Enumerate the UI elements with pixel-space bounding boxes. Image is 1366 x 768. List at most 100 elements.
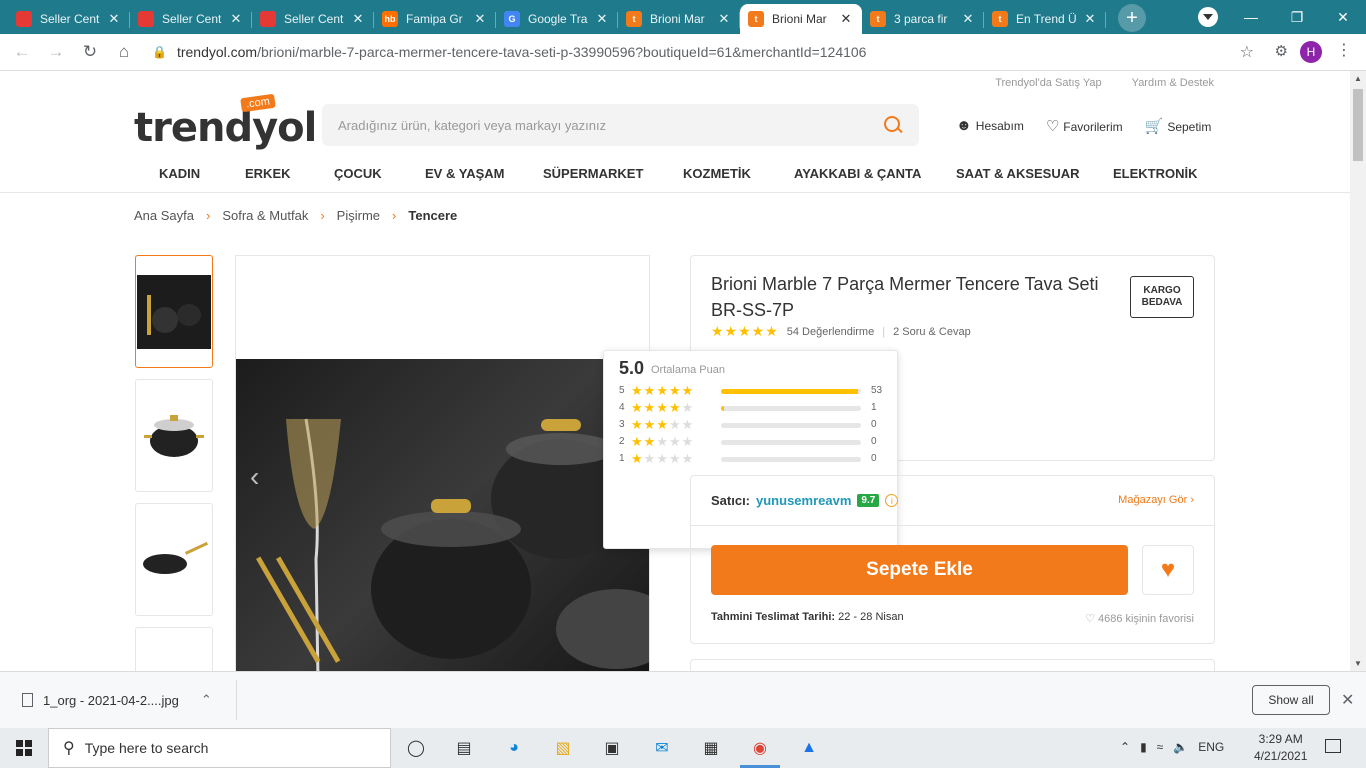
browser-tab[interactable]: Seller Cent ✕ <box>252 4 374 34</box>
category-supermarket[interactable]: SÜPERMARKET <box>543 166 643 181</box>
browser-tab[interactable]: t 3 parca fir ✕ <box>862 4 984 34</box>
breadcrumb-home[interactable]: Ana Sayfa <box>134 208 194 223</box>
calculator-icon[interactable]: ▦ <box>699 736 723 760</box>
category-ayakkabi-canta[interactable]: AYAKKABI & ÇANTA <box>794 166 921 181</box>
add-to-cart-button[interactable]: Sepete Ekle <box>711 545 1128 595</box>
close-tab-icon[interactable]: ✕ <box>228 11 244 27</box>
product-main-image[interactable]: ‹ › <box>235 255 650 671</box>
close-tab-icon[interactable]: ✕ <box>594 11 610 27</box>
windows-start-icon[interactable] <box>16 740 32 756</box>
show-all-button[interactable]: Show all <box>1252 685 1330 715</box>
category-erkek[interactable]: ERKEK <box>245 166 291 181</box>
chevron-up-icon[interactable]: ⌃ <box>201 692 212 708</box>
cortana-icon[interactable]: ◯ <box>404 736 428 760</box>
scroll-down-icon[interactable]: ▼ <box>1354 659 1362 668</box>
close-tab-icon[interactable]: ✕ <box>960 11 976 27</box>
rating-breakdown-row[interactable]: 4 ★★★★★ 1 <box>619 400 889 417</box>
minimize-icon[interactable]: — <box>1228 9 1274 25</box>
seller-score-badge: 9.7 <box>857 494 880 507</box>
close-window-icon[interactable]: ✕ <box>1320 9 1366 26</box>
extensions-icon[interactable]: ⚙ <box>1275 42 1288 60</box>
browser-tab[interactable]: Seller Cent ✕ <box>130 4 252 34</box>
product-thumbnail[interactable] <box>135 379 213 492</box>
browser-tab[interactable]: t Brioni Mar ✕ <box>618 4 740 34</box>
favorite-button[interactable]: ♥ <box>1142 545 1194 595</box>
edge-icon[interactable]: ◕ <box>502 736 526 760</box>
wifi-icon[interactable]: ≈ <box>1157 740 1164 754</box>
rating-breakdown-row[interactable]: 5 ★★★★★ 53 <box>619 383 889 400</box>
system-clock[interactable]: 3:29 AM 4/21/2021 <box>1254 731 1307 765</box>
scroll-up-icon[interactable]: ▲ <box>1354 74 1362 83</box>
account-link[interactable]: ☻ Hesabım <box>956 117 1024 135</box>
product-thumbnail[interactable] <box>135 627 213 671</box>
battery-icon[interactable]: ▮ <box>1140 740 1147 754</box>
category-elektronik[interactable]: ELEKTRONİK <box>1113 166 1198 181</box>
visit-store-link[interactable]: Mağazayı Gör › <box>1118 494 1194 506</box>
sell-on-trendyol-link[interactable]: Trendyol'da Satış Yap <box>995 77 1101 89</box>
new-tab-button[interactable]: + <box>1118 4 1146 32</box>
site-search-input[interactable]: Aradığınız ürün, kategori veya markayı y… <box>322 104 919 146</box>
rating-breakdown-row[interactable]: 1 ★★★★★ 0 <box>619 451 889 468</box>
notifications-icon[interactable] <box>1325 739 1341 753</box>
seller-name-link[interactable]: yunusemreavm <box>756 493 851 508</box>
close-tab-icon[interactable]: ✕ <box>716 11 732 27</box>
breadcrumb-pisirme[interactable]: Pişirme <box>337 208 380 223</box>
browser-tab[interactable]: hb Famipa Gr ✕ <box>374 4 496 34</box>
star-rating-icon[interactable]: ★★★★★ <box>711 323 779 340</box>
photos-icon[interactable]: ▲ <box>797 736 821 760</box>
browser-tab[interactable]: Seller Cent ✕ <box>8 4 130 34</box>
close-downloads-icon[interactable]: ✕ <box>1341 690 1354 710</box>
browser-tab[interactable]: t En Trend Ü ✕ <box>984 4 1106 34</box>
category-cocuk[interactable]: ÇOCUK <box>334 166 382 181</box>
address-bar[interactable]: 🔒 trendyol.com/brioni/marble-7-parca-mer… <box>140 38 1260 66</box>
tab-search-icon[interactable] <box>1198 7 1218 27</box>
product-brand[interactable]: Brioni <box>711 274 757 294</box>
breadcrumb-sofra-mutfak[interactable]: Sofra & Mutfak <box>222 208 308 223</box>
bookmark-star-icon[interactable]: ☆ <box>1240 42 1254 62</box>
info-icon[interactable]: i <box>885 494 899 507</box>
file-explorer-icon[interactable]: ▧ <box>551 736 575 760</box>
close-tab-icon[interactable]: ✕ <box>350 11 366 27</box>
product-thumbnail[interactable] <box>135 503 213 616</box>
category-saat-aksesuar[interactable]: SAAT & AKSESUAR <box>956 166 1080 181</box>
category-ev-yasam[interactable]: EV & YAŞAM <box>425 166 504 181</box>
browser-menu-icon[interactable]: ⋮ <box>1336 40 1352 60</box>
forward-icon[interactable]: → <box>40 42 72 62</box>
favorites-link[interactable]: ♡ Favorilerim <box>1046 117 1123 135</box>
reload-icon[interactable]: ↻ <box>74 42 106 62</box>
store-icon[interactable]: ▣ <box>600 736 624 760</box>
chrome-icon[interactable]: ◉ <box>748 736 772 760</box>
close-tab-icon[interactable]: ✕ <box>106 11 122 27</box>
profile-avatar[interactable]: H <box>1300 41 1322 63</box>
restore-icon[interactable]: ❐ <box>1274 9 1320 26</box>
star-level: 1 <box>619 453 625 464</box>
rating-breakdown-row[interactable]: 3 ★★★★★ 0 <box>619 417 889 434</box>
rating-breakdown-row[interactable]: 2 ★★★★★ 0 <box>619 434 889 451</box>
review-count-link[interactable]: 54 Değerlendirme <box>787 326 874 338</box>
help-support-link[interactable]: Yardım & Destek <box>1132 77 1214 89</box>
close-tab-icon[interactable]: ✕ <box>1082 11 1098 27</box>
task-view-icon[interactable]: ▤ <box>452 736 476 760</box>
close-tab-icon[interactable]: ✕ <box>472 11 488 27</box>
back-icon[interactable]: ← <box>6 42 38 62</box>
scrollbar-thumb[interactable] <box>1353 89 1363 161</box>
product-thumbnail[interactable] <box>135 255 213 368</box>
chevron-up-icon[interactable]: ⌃ <box>1120 740 1130 754</box>
taskbar-search-input[interactable]: ⚲ Type here to search <box>48 728 391 768</box>
download-item[interactable]: 1_org - 2021-04-2....jpg ⌃ <box>22 692 212 708</box>
category-kozmetik[interactable]: KOZMETİK <box>683 166 751 181</box>
cart-link[interactable]: 🛒 Sepetim <box>1145 117 1212 135</box>
language-indicator[interactable]: ENG <box>1198 740 1224 754</box>
mail-icon[interactable]: ✉ <box>650 736 674 760</box>
close-tab-icon[interactable]: ✕ <box>838 11 854 27</box>
search-icon[interactable] <box>883 115 903 135</box>
qa-count-link[interactable]: 2 Soru & Cevap <box>893 326 971 338</box>
browser-tab[interactable]: G Google Tra ✕ <box>496 4 618 34</box>
browser-tab[interactable]: t Brioni Mar ✕ <box>740 4 862 34</box>
site-logo[interactable]: trendyol <box>134 105 317 151</box>
volume-icon[interactable]: 🔈 <box>1173 740 1188 754</box>
category-kadin[interactable]: KADIN <box>159 166 200 181</box>
previous-image-icon[interactable]: ‹ <box>250 461 259 493</box>
page-scrollbar[interactable]: ▲ ▼ <box>1350 71 1366 671</box>
home-icon[interactable]: ⌂ <box>108 42 140 62</box>
